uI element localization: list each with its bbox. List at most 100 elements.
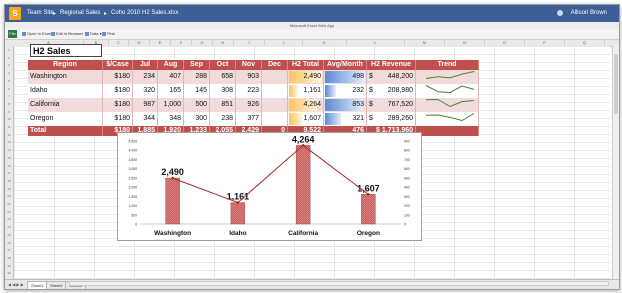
- vertical-scrollbar[interactable]: [612, 46, 619, 279]
- row-header[interactable]: 14: [5, 148, 13, 152]
- cell-jul[interactable]: 234: [132, 70, 158, 84]
- vertical-scroll-thumb[interactable]: [614, 54, 618, 114]
- cell-h2-revenue[interactable]: $767,520: [366, 98, 416, 112]
- row-header[interactable]: 29: [5, 264, 13, 268]
- cell-avg-month[interactable]: 853: [323, 98, 367, 112]
- header-region[interactable]: Region: [28, 60, 103, 70]
- row-header[interactable]: 23: [5, 217, 13, 221]
- cell-h2-revenue[interactable]: $208,980: [366, 84, 416, 98]
- cell-trend[interactable]: [415, 112, 479, 126]
- cell-trend[interactable]: [415, 70, 479, 84]
- cell-h2-total[interactable]: 4,264: [287, 98, 324, 112]
- cell-avg-month[interactable]: 232: [323, 84, 367, 98]
- avg-month-point[interactable]: [367, 193, 370, 196]
- row-header[interactable]: 19: [5, 187, 13, 191]
- row-header[interactable]: 9: [5, 110, 13, 114]
- row-header[interactable]: 7: [5, 94, 13, 98]
- avg-month-series-line[interactable]: [172, 144, 369, 204]
- cell-nov[interactable]: 377: [235, 112, 262, 126]
- cell-dec[interactable]: [261, 84, 288, 98]
- header-h2-revenue[interactable]: H2 Revenue: [366, 60, 416, 70]
- avg-month-point[interactable]: [236, 201, 240, 204]
- row-header[interactable]: 11: [5, 125, 13, 129]
- total-label[interactable]: Total: [28, 126, 103, 136]
- cell-avg-month[interactable]: 498: [323, 70, 367, 84]
- sheet-tab-sheet1[interactable]: Sheet1: [27, 281, 48, 289]
- row-header[interactable]: 27: [5, 248, 13, 252]
- find-button[interactable]: Find: [102, 31, 115, 36]
- cell-aug[interactable]: 348: [157, 112, 184, 126]
- user-name-menu[interactable]: Allison Brown: [571, 10, 607, 16]
- data-menu-button[interactable]: Data ▾: [85, 31, 102, 36]
- row-header[interactable]: 21: [5, 202, 13, 206]
- cell-oct[interactable]: 851: [209, 98, 236, 112]
- cell-case[interactable]: $180: [102, 70, 133, 84]
- cell-region[interactable]: Oregon: [28, 112, 103, 126]
- chart-bar-washington[interactable]: [165, 177, 180, 225]
- row-header[interactable]: 25: [5, 233, 13, 237]
- row-header[interactable]: 12: [5, 133, 13, 137]
- open-in-excel-button[interactable]: Open in Excel: [22, 31, 52, 36]
- sheet-nav-arrows-icon[interactable]: ◀ ◀ ▶ ▶: [8, 281, 24, 288]
- row-header[interactable]: 30: [5, 271, 13, 275]
- avg-month-point[interactable]: [171, 176, 174, 180]
- header-trend[interactable]: Trend: [415, 60, 479, 70]
- header-jul[interactable]: Jul: [132, 60, 158, 70]
- cell-dec[interactable]: [261, 70, 288, 84]
- avg-month-point[interactable]: [301, 144, 305, 147]
- cell-case[interactable]: $180: [102, 84, 133, 98]
- file-tab-button[interactable]: File: [8, 30, 17, 38]
- chart-bar-california[interactable]: [295, 145, 311, 225]
- cell-jul[interactable]: 987: [132, 98, 158, 112]
- row-header[interactable]: 3: [5, 63, 13, 67]
- cell-sep[interactable]: 288: [183, 70, 210, 84]
- total-trend[interactable]: [415, 126, 479, 136]
- cell-nov[interactable]: 926: [235, 98, 262, 112]
- header-aug[interactable]: Aug: [157, 60, 184, 70]
- cell-trend[interactable]: [415, 98, 479, 112]
- cell-h2-revenue[interactable]: $448,200: [366, 70, 416, 84]
- cell-trend[interactable]: [415, 84, 479, 98]
- row-header[interactable]: 5: [5, 79, 13, 83]
- cell-case[interactable]: $180: [102, 98, 133, 112]
- header-nov[interactable]: Nov: [235, 60, 262, 70]
- cell-h2-revenue[interactable]: $289,260: [366, 112, 416, 126]
- breadcrumb-regional-sales[interactable]: Regional Sales: [60, 10, 100, 16]
- chart-bar-idaho[interactable]: [230, 202, 246, 225]
- row-header[interactable]: 4: [5, 71, 13, 75]
- cell-h2-total[interactable]: 2,490: [287, 70, 324, 84]
- cell-h2-total[interactable]: 1,607: [287, 112, 324, 126]
- header-sep[interactable]: Sep: [183, 60, 210, 70]
- sheet-tab-sheet2[interactable]: Sheet2: [46, 281, 67, 289]
- row-header[interactable]: 20: [5, 194, 13, 198]
- cell-aug[interactable]: 1,000: [157, 98, 184, 112]
- row-header[interactable]: 17: [5, 171, 13, 175]
- cell-region[interactable]: Idaho: [28, 84, 103, 98]
- cell-oct[interactable]: 308: [209, 84, 236, 98]
- cell-dec[interactable]: [261, 112, 288, 126]
- row-header[interactable]: 18: [5, 179, 13, 183]
- row-header[interactable]: 22: [5, 210, 13, 214]
- cell-sep[interactable]: 145: [183, 84, 210, 98]
- cell-avg-month[interactable]: 321: [323, 112, 367, 126]
- chart-bar-oregon[interactable]: [361, 194, 376, 225]
- sharepoint-logo-icon[interactable]: S: [9, 7, 21, 20]
- row-header[interactable]: 1: [5, 48, 13, 52]
- cell-sep[interactable]: 500: [183, 98, 210, 112]
- row-header[interactable]: 6: [5, 87, 13, 91]
- sheet-title-cell[interactable]: H2 Sales: [30, 44, 102, 57]
- edit-in-browser-button[interactable]: Edit in Browser: [51, 31, 83, 36]
- row-header[interactable]: 26: [5, 241, 13, 245]
- cell-h2-total[interactable]: 1,161: [287, 84, 324, 98]
- cell-nov[interactable]: 223: [235, 84, 262, 98]
- breadcrumb-team-site[interactable]: Team Site: [27, 10, 54, 16]
- cell-oct[interactable]: 238: [209, 112, 236, 126]
- row-header[interactable]: 13: [5, 140, 13, 144]
- row-header[interactable]: 2: [5, 56, 13, 60]
- cell-case[interactable]: $180: [102, 112, 133, 126]
- horizontal-scrollbar[interactable]: [69, 281, 609, 286]
- cell-aug[interactable]: 407: [157, 70, 184, 84]
- cell-nov[interactable]: 903: [235, 70, 262, 84]
- header-avg-month[interactable]: Avg/Month: [323, 60, 367, 70]
- header-case[interactable]: $/Case: [102, 60, 133, 70]
